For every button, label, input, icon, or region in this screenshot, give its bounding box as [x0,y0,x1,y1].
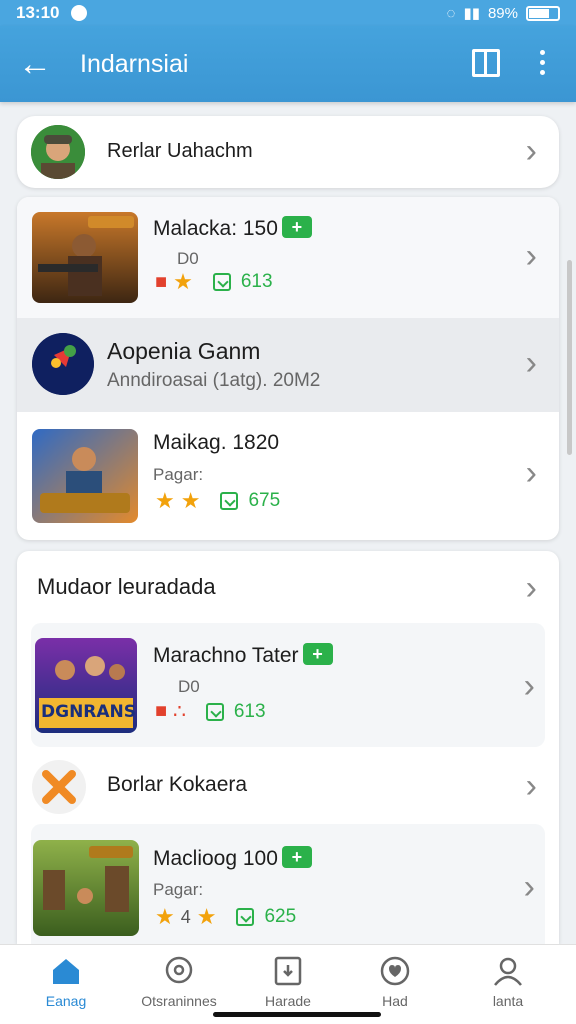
heart-icon [379,955,411,987]
tag-icon: ■ [155,700,168,722]
game-title: Maikag. 1820 [153,431,280,454]
bookmark-icon [272,955,304,987]
chevron-right-icon: › [525,237,537,275]
game-title: Maclioog 100 + [153,846,312,871]
chevron-right-icon: › [525,569,537,607]
game-subtitle: D0 [178,677,200,696]
chat-icon [163,955,195,987]
chevron-right-icon: › [525,132,537,170]
star-icon: ★ [180,488,201,513]
game-subtitle: Pagar: [153,465,204,484]
download-icon [212,273,231,291]
home-icon [50,955,82,987]
plus-badge: + [302,643,333,665]
avatar [31,125,85,179]
list-item[interactable]: Malacka: 150 + D0 ■ ★ 613 › [17,197,559,318]
battery-percent: 89% [487,4,518,22]
game-title: Aopenia Ganm [107,338,261,364]
download-icon [220,492,239,510]
plus-badge: + [281,216,312,238]
status-bar: 13:10 ◌ ▮▮ 89% [0,0,576,26]
game-thumbnail [32,429,138,523]
game-subtitle: Pagar: [153,880,204,899]
list-item[interactable]: DGNRANS Marachno Tater + D0 ■ ∴ 613 › [31,623,545,747]
nav-label: Eanag [45,993,87,1009]
download-icon [205,702,224,721]
chevron-right-icon: › [525,767,537,805]
home-indicator[interactable] [213,1012,381,1017]
game-thumbnail [33,840,139,936]
list-item[interactable]: Borlar Kokaera › [17,751,559,821]
chevron-right-icon: › [523,667,535,705]
person-icon [492,955,524,987]
game-subtitle: D0 [177,249,199,268]
star-icon: ★ [155,904,175,929]
app-bar: ← Indarnsiai [0,26,576,102]
battery-icon [526,5,560,21]
notification-icon [71,5,88,21]
game-thumbnail: DGNRANS [35,638,137,733]
nav-label: Otsraninnes [141,993,217,1009]
list-item[interactable]: Maclioog 100 + Pagar: ★ 4 ★ 625 › [31,824,545,944]
chevron-right-icon: › [525,454,537,492]
download-count: 675 [248,490,281,511]
back-arrow-icon[interactable]: ← [0,47,70,81]
star-icon: ★ [173,269,193,294]
scrollbar[interactable] [567,260,572,455]
nav-label: Had [382,993,408,1009]
plus-badge: + [281,846,312,868]
chevron-right-icon: › [523,868,535,906]
nav-label: lanta [492,993,524,1009]
columns-icon[interactable] [472,49,500,77]
more-options-icon[interactable] [536,50,548,80]
list-item[interactable]: Aopenia Ganm Anndiroasai (1atg). 20M2 › [17,318,559,412]
profile-card[interactable]: Rerlar Uahachm › [17,116,559,188]
nav-messages[interactable]: Otsraninnes [124,955,234,1009]
chevron-right-icon: › [525,344,537,382]
download-count: 613 [240,271,273,292]
wifi-icon: ◌ [446,4,456,22]
nav-harade[interactable]: Harade [233,955,343,1009]
tag-icon: ■ [155,270,168,293]
nav-profile[interactable]: lanta [453,955,563,1009]
thumb-text: DGNRANS [41,702,137,722]
section-card: Mudaor leuradada › DGNRANS Marachno Tate… [17,551,559,944]
game-subtitle: Anndiroasai (1atg). 20M2 [107,370,321,391]
game-list-card: Malacka: 150 + D0 ■ ★ 613 › Aopenia Ganm … [17,197,559,540]
download-icon [236,908,255,926]
profile-name: Rerlar Uahachm [107,140,253,162]
game-meta: ■ ★ 613 [155,269,273,295]
game-meta: ■ ∴ 613 [155,699,266,724]
section-title: Mudaor leuradada [37,574,216,599]
dots-icon: ∴ [173,701,186,723]
nav-favorites[interactable]: Had [340,955,450,1009]
list-item[interactable]: Maikag. 1820 Pagar: ★ ★ 675 › [17,412,559,540]
game-meta: ★ ★ 675 [155,488,280,514]
app-icon [32,333,94,395]
close-x-icon [32,760,86,814]
section-header[interactable]: Mudaor leuradada › [17,551,559,621]
game-meta: ★ 4 ★ 625 [155,904,296,930]
download-count: 613 [233,700,266,722]
star-icon: ★ [155,488,175,513]
star-icon: ★ [196,904,217,929]
page-title: Indarnsiai [80,49,189,78]
nav-home[interactable]: Eanag [11,955,121,1009]
game-thumbnail [32,212,138,303]
status-time: 13:10 [16,3,60,22]
download-count: 625 [264,906,297,927]
rating-digit: 4 [180,906,191,927]
game-title: Malacka: 150 + [153,216,312,241]
game-title: Marachno Tater + [153,643,333,668]
game-title: Borlar Kokaera [107,773,248,796]
nav-label: Harade [265,993,311,1009]
signal-icon: ▮▮ [463,5,480,22]
